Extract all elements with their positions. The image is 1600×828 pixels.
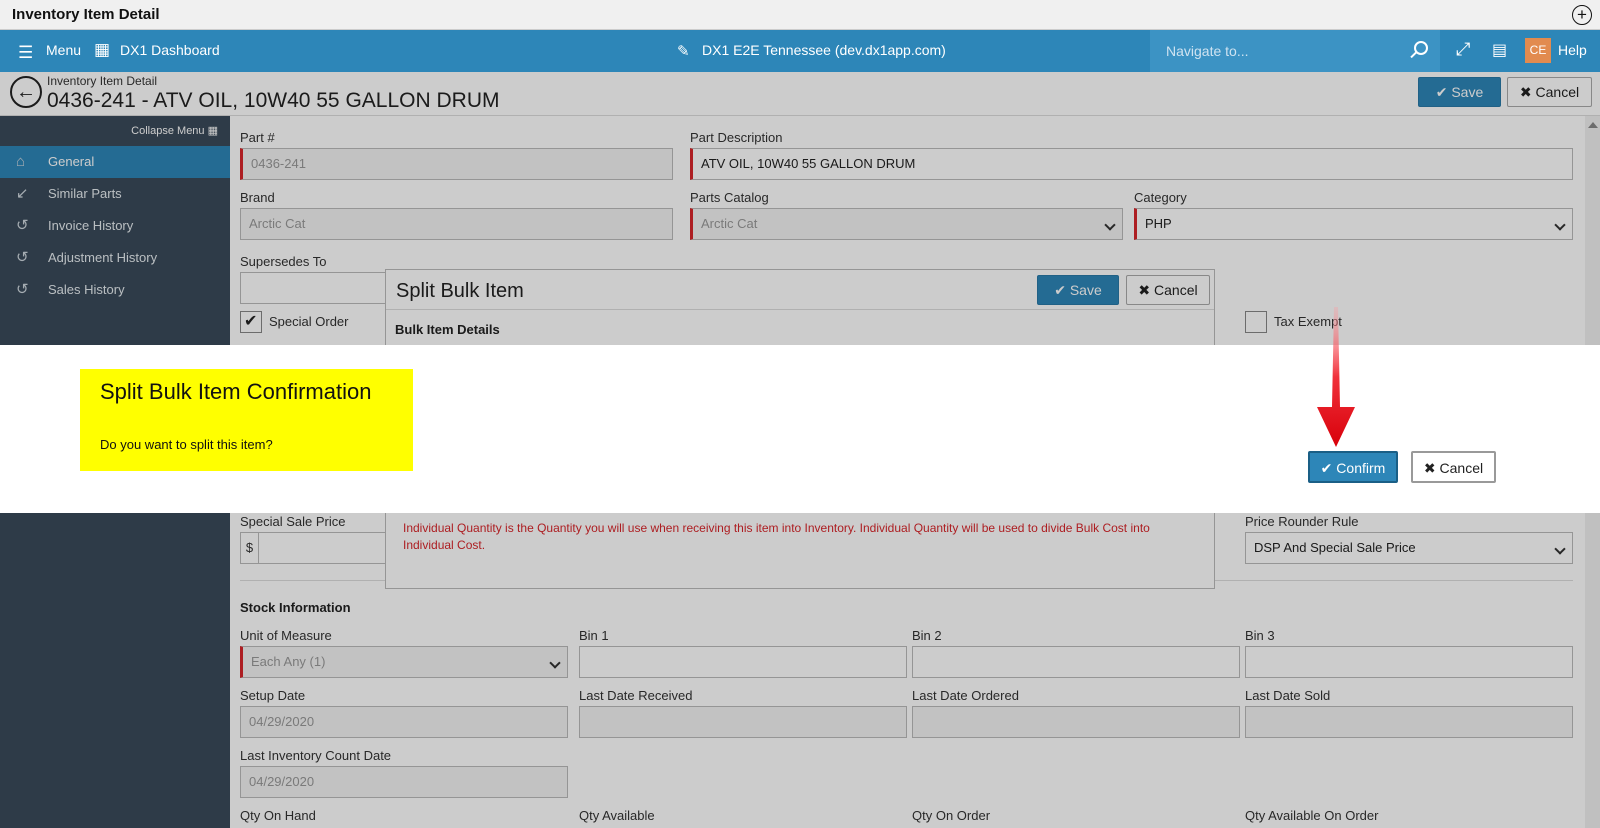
window-title: Inventory Item Detail: [12, 6, 160, 23]
confirm-button[interactable]: ✔ Confirm: [1308, 451, 1398, 483]
navigate-search[interactable]: Navigate to...: [1150, 30, 1440, 72]
help-link[interactable]: Help: [1558, 42, 1587, 58]
fullscreen-icon[interactable]: ⤢: [1456, 39, 1470, 60]
annotation-arrow-icon: [1317, 307, 1355, 447]
chat-icon[interactable]: ▤: [1492, 40, 1507, 60]
confirm-cancel-button[interactable]: ✖ Cancel: [1411, 451, 1496, 483]
menu-button[interactable]: Menu: [46, 42, 81, 58]
hamburger-icon[interactable]: ☰: [18, 43, 33, 63]
cancel-label: Cancel: [1439, 460, 1484, 476]
window-titlebar: Inventory Item Detail +: [0, 0, 1600, 30]
dashboard-icon[interactable]: ▦: [94, 40, 110, 60]
top-navbar: ☰ Menu ▦ DX1 Dashboard ✎ DX1 E2E Tenness…: [0, 30, 1600, 72]
site-name[interactable]: DX1 E2E Tennessee (dev.dx1app.com): [702, 42, 946, 58]
confirmation-question: Do you want to split this item?: [100, 437, 273, 452]
confirmation-title: Split Bulk Item Confirmation: [100, 379, 372, 404]
search-input[interactable]: Navigate to...: [1166, 43, 1249, 59]
pencil-icon[interactable]: ✎: [677, 42, 690, 60]
close-icon: ✖: [1423, 460, 1436, 476]
check-icon: ✔: [1320, 460, 1333, 476]
search-icon[interactable]: [1414, 41, 1428, 55]
confirmation-highlight: Split Bulk Item Confirmation Do you want…: [80, 369, 413, 471]
dashboard-link[interactable]: DX1 Dashboard: [120, 42, 220, 58]
add-icon[interactable]: +: [1572, 5, 1592, 25]
avatar[interactable]: CE: [1525, 38, 1551, 63]
confirm-label: Confirm: [1336, 460, 1386, 476]
